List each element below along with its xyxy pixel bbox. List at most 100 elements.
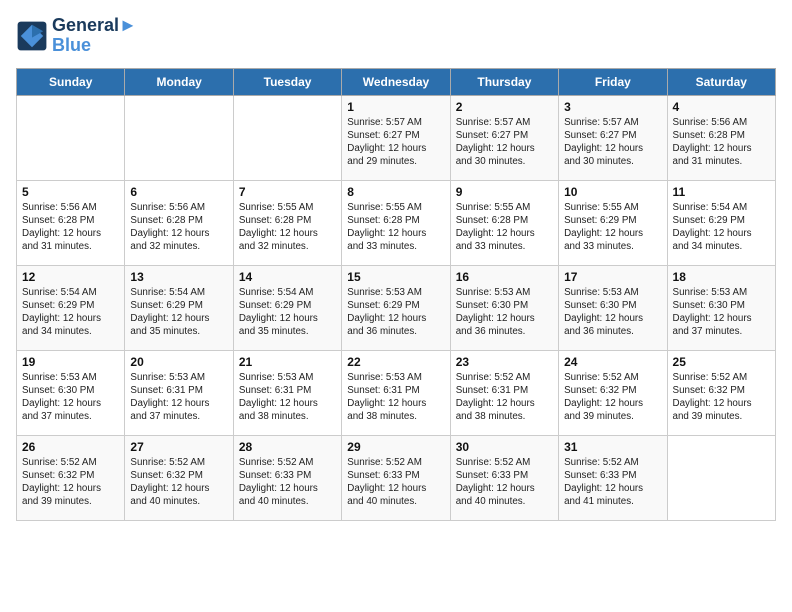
day-number: 25 (673, 355, 770, 369)
day-info: Sunrise: 5:56 AM Sunset: 6:28 PM Dayligh… (130, 201, 227, 254)
calendar-cell: 25 Sunrise: 5:52 AM Sunset: 6:32 PM Dayli… (667, 350, 775, 435)
weekday-header-row: SundayMondayTuesdayWednesdayThursdayFrid… (17, 68, 776, 95)
day-info: Sunrise: 5:56 AM Sunset: 6:28 PM Dayligh… (673, 116, 770, 169)
calendar-cell: 28Sunrise: 5:52 AM Sunset: 6:33 PM Dayli… (233, 435, 341, 520)
day-info: Sunrise: 5:55 AM Sunset: 6:28 PM Dayligh… (239, 201, 336, 254)
calendar-cell (667, 435, 775, 520)
weekday-header: Thursday (450, 68, 558, 95)
day-number: 29 (347, 440, 444, 454)
calendar-week-row: 1Sunrise: 5:57 AM Sunset: 6:27 PM Daylig… (17, 95, 776, 180)
day-number: 26 (22, 440, 119, 454)
day-info: Sunrise: 5:55 AM Sunset: 6:28 PM Dayligh… (456, 201, 553, 254)
day-number: 17 (564, 270, 661, 284)
day-info: Sunrise: 5:52 AM Sunset: 6:33 PM Dayligh… (239, 456, 336, 509)
weekday-header: Wednesday (342, 68, 450, 95)
day-number: 6 (130, 185, 227, 199)
calendar-cell: 12 Sunrise: 5:54 AM Sunset: 6:29 PM Dayli… (17, 265, 125, 350)
calendar-cell: 11 Sunrise: 5:54 AM Sunset: 6:29 PM Dayli… (667, 180, 775, 265)
day-number: 27 (130, 440, 227, 454)
day-number: 23 (456, 355, 553, 369)
day-number: 24 (564, 355, 661, 369)
day-number: 11 (673, 185, 770, 199)
day-info: Sunrise: 5:53 AM Sunset: 6:30 PM Dayligh… (673, 286, 770, 339)
calendar-cell: 5 Sunrise: 5:56 AM Sunset: 6:28 PM Daylig… (17, 180, 125, 265)
calendar-cell: 18 Sunrise: 5:53 AM Sunset: 6:30 PM Dayli… (667, 265, 775, 350)
calendar-cell: 15Sunrise: 5:53 AM Sunset: 6:29 PM Dayli… (342, 265, 450, 350)
calendar-cell: 13 Sunrise: 5:54 AM Sunset: 6:29 PM Dayli… (125, 265, 233, 350)
calendar-cell: 17 Sunrise: 5:53 AM Sunset: 6:30 PM Dayli… (559, 265, 667, 350)
day-number: 2 (456, 100, 553, 114)
day-number: 18 (673, 270, 770, 284)
day-info: Sunrise: 5:53 AM Sunset: 6:29 PM Dayligh… (347, 286, 444, 339)
day-number: 3 (564, 100, 661, 114)
day-number: 5 (22, 185, 119, 199)
calendar-week-row: 5 Sunrise: 5:56 AM Sunset: 6:28 PM Daylig… (17, 180, 776, 265)
day-info: Sunrise: 5:53 AM Sunset: 6:31 PM Dayligh… (130, 371, 227, 424)
weekday-header: Saturday (667, 68, 775, 95)
calendar-week-row: 19 Sunrise: 5:53 AM Sunset: 6:30 PM Dayli… (17, 350, 776, 435)
day-number: 10 (564, 185, 661, 199)
day-number: 14 (239, 270, 336, 284)
calendar-cell: 9 Sunrise: 5:55 AM Sunset: 6:28 PM Daylig… (450, 180, 558, 265)
calendar-cell: 16Sunrise: 5:53 AM Sunset: 6:30 PM Dayli… (450, 265, 558, 350)
logo-icon (16, 20, 48, 52)
logo-text: General► Blue (52, 16, 137, 56)
weekday-header: Monday (125, 68, 233, 95)
logo: General► Blue (16, 16, 137, 56)
calendar-cell: 4Sunrise: 5:56 AM Sunset: 6:28 PM Daylig… (667, 95, 775, 180)
weekday-header: Sunday (17, 68, 125, 95)
day-info: Sunrise: 5:57 AM Sunset: 6:27 PM Dayligh… (456, 116, 553, 169)
page-header: General► Blue (16, 16, 776, 56)
day-number: 19 (22, 355, 119, 369)
calendar-cell: 7 Sunrise: 5:55 AM Sunset: 6:28 PM Daylig… (233, 180, 341, 265)
calendar-cell: 22Sunrise: 5:53 AM Sunset: 6:31 PM Dayli… (342, 350, 450, 435)
calendar-cell: 6 Sunrise: 5:56 AM Sunset: 6:28 PM Daylig… (125, 180, 233, 265)
day-info: Sunrise: 5:54 AM Sunset: 6:29 PM Dayligh… (673, 201, 770, 254)
day-info: Sunrise: 5:52 AM Sunset: 6:33 PM Dayligh… (456, 456, 553, 509)
day-info: Sunrise: 5:53 AM Sunset: 6:31 PM Dayligh… (347, 371, 444, 424)
calendar-cell: 30Sunrise: 5:52 AM Sunset: 6:33 PM Dayli… (450, 435, 558, 520)
day-info: Sunrise: 5:52 AM Sunset: 6:31 PM Dayligh… (456, 371, 553, 424)
day-info: Sunrise: 5:53 AM Sunset: 6:30 PM Dayligh… (564, 286, 661, 339)
day-number: 8 (347, 185, 444, 199)
calendar-cell: 20 Sunrise: 5:53 AM Sunset: 6:31 PM Dayli… (125, 350, 233, 435)
day-info: Sunrise: 5:56 AM Sunset: 6:28 PM Dayligh… (22, 201, 119, 254)
calendar-cell: 29 Sunrise: 5:52 AM Sunset: 6:33 PM Dayli… (342, 435, 450, 520)
day-info: Sunrise: 5:52 AM Sunset: 6:33 PM Dayligh… (347, 456, 444, 509)
day-info: Sunrise: 5:52 AM Sunset: 6:32 PM Dayligh… (22, 456, 119, 509)
day-info: Sunrise: 5:54 AM Sunset: 6:29 PM Dayligh… (22, 286, 119, 339)
day-number: 7 (239, 185, 336, 199)
calendar-cell (233, 95, 341, 180)
weekday-header: Tuesday (233, 68, 341, 95)
calendar-cell: 21Sunrise: 5:53 AM Sunset: 6:31 PM Dayli… (233, 350, 341, 435)
calendar-cell: 1Sunrise: 5:57 AM Sunset: 6:27 PM Daylig… (342, 95, 450, 180)
calendar-cell: 24 Sunrise: 5:52 AM Sunset: 6:32 PM Dayli… (559, 350, 667, 435)
day-number: 13 (130, 270, 227, 284)
day-number: 21 (239, 355, 336, 369)
day-info: Sunrise: 5:53 AM Sunset: 6:30 PM Dayligh… (22, 371, 119, 424)
day-info: Sunrise: 5:55 AM Sunset: 6:29 PM Dayligh… (564, 201, 661, 254)
day-number: 31 (564, 440, 661, 454)
calendar-cell: 19 Sunrise: 5:53 AM Sunset: 6:30 PM Dayli… (17, 350, 125, 435)
day-info: Sunrise: 5:54 AM Sunset: 6:29 PM Dayligh… (239, 286, 336, 339)
day-number: 9 (456, 185, 553, 199)
calendar-cell (125, 95, 233, 180)
calendar-cell (17, 95, 125, 180)
calendar-cell: 10 Sunrise: 5:55 AM Sunset: 6:29 PM Dayli… (559, 180, 667, 265)
day-number: 20 (130, 355, 227, 369)
day-info: Sunrise: 5:54 AM Sunset: 6:29 PM Dayligh… (130, 286, 227, 339)
day-info: Sunrise: 5:52 AM Sunset: 6:32 PM Dayligh… (673, 371, 770, 424)
calendar-cell: 14 Sunrise: 5:54 AM Sunset: 6:29 PM Dayli… (233, 265, 341, 350)
day-number: 12 (22, 270, 119, 284)
calendar-cell: 27Sunrise: 5:52 AM Sunset: 6:32 PM Dayli… (125, 435, 233, 520)
calendar-cell: 8Sunrise: 5:55 AM Sunset: 6:28 PM Daylig… (342, 180, 450, 265)
weekday-header: Friday (559, 68, 667, 95)
day-info: Sunrise: 5:52 AM Sunset: 6:32 PM Dayligh… (564, 371, 661, 424)
day-info: Sunrise: 5:52 AM Sunset: 6:33 PM Dayligh… (564, 456, 661, 509)
day-number: 16 (456, 270, 553, 284)
calendar-table: SundayMondayTuesdayWednesdayThursdayFrid… (16, 68, 776, 521)
calendar-cell: 26 Sunrise: 5:52 AM Sunset: 6:32 PM Dayli… (17, 435, 125, 520)
calendar-cell: 3Sunrise: 5:57 AM Sunset: 6:27 PM Daylig… (559, 95, 667, 180)
calendar-cell: 2 Sunrise: 5:57 AM Sunset: 6:27 PM Daylig… (450, 95, 558, 180)
calendar-week-row: 12 Sunrise: 5:54 AM Sunset: 6:29 PM Dayli… (17, 265, 776, 350)
